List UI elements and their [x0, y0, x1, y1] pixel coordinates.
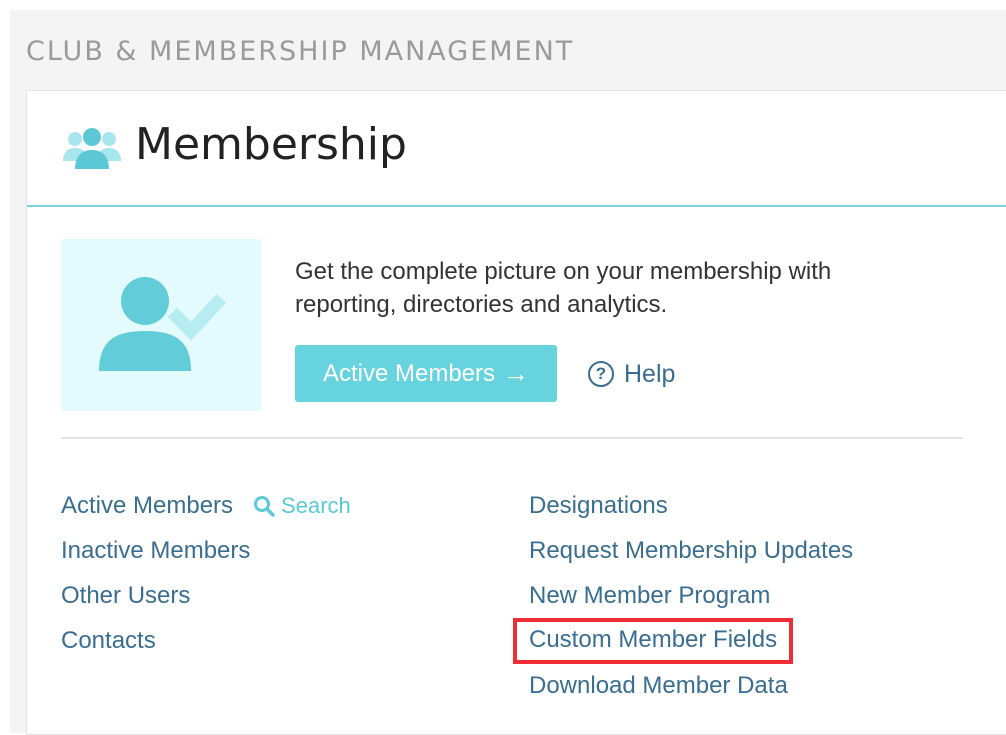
help-link-label: Help: [624, 359, 676, 388]
help-link[interactable]: ? Help: [588, 357, 675, 391]
user-check-icon: [99, 277, 227, 371]
users-group-icon: [63, 128, 121, 169]
promo-image: [61, 239, 261, 411]
promo-description: Get the complete picture on your members…: [295, 258, 832, 318]
section-title: CLUB & MEMBERSHIP MANAGEMENT: [26, 36, 575, 67]
card-header: Membership: [27, 91, 1006, 207]
divider: [61, 437, 963, 439]
search-link-label: Search: [281, 493, 351, 518]
link-custom-member-fields[interactable]: Custom Member Fields: [512, 618, 794, 664]
question-circle-icon: ?: [588, 361, 614, 387]
page-title: Membership: [135, 119, 407, 170]
link-active-members[interactable]: Active Members: [61, 489, 233, 534]
link-designations[interactable]: Designations: [529, 489, 853, 534]
link-other-users[interactable]: Other Users: [61, 579, 351, 624]
link-new-member-program[interactable]: New Member Program: [529, 579, 853, 624]
link-contacts[interactable]: Contacts: [61, 624, 351, 669]
list-item: Custom Member Fields: [512, 618, 853, 669]
links-column-left: Active Members Search Inactive Members O…: [61, 489, 351, 669]
link-download-member-data[interactable]: Download Member Data: [529, 669, 853, 714]
membership-card: Membership Get the complete picture on y…: [26, 90, 1006, 735]
search-icon: [254, 496, 275, 517]
search-link[interactable]: Search: [253, 489, 351, 523]
list-item: Active Members Search: [61, 489, 351, 534]
active-members-button[interactable]: Active Members →: [295, 345, 557, 402]
link-request-membership-updates[interactable]: Request Membership Updates: [529, 534, 853, 579]
page-background: CLUB & MEMBERSHIP MANAGEMENT Membership …: [10, 10, 1006, 735]
active-members-button-label: Active Members: [322, 359, 496, 387]
link-inactive-members[interactable]: Inactive Members: [61, 534, 351, 579]
links-column-right: Designations Request Membership Updates …: [512, 489, 853, 714]
arrow-right-icon: →: [503, 358, 530, 388]
